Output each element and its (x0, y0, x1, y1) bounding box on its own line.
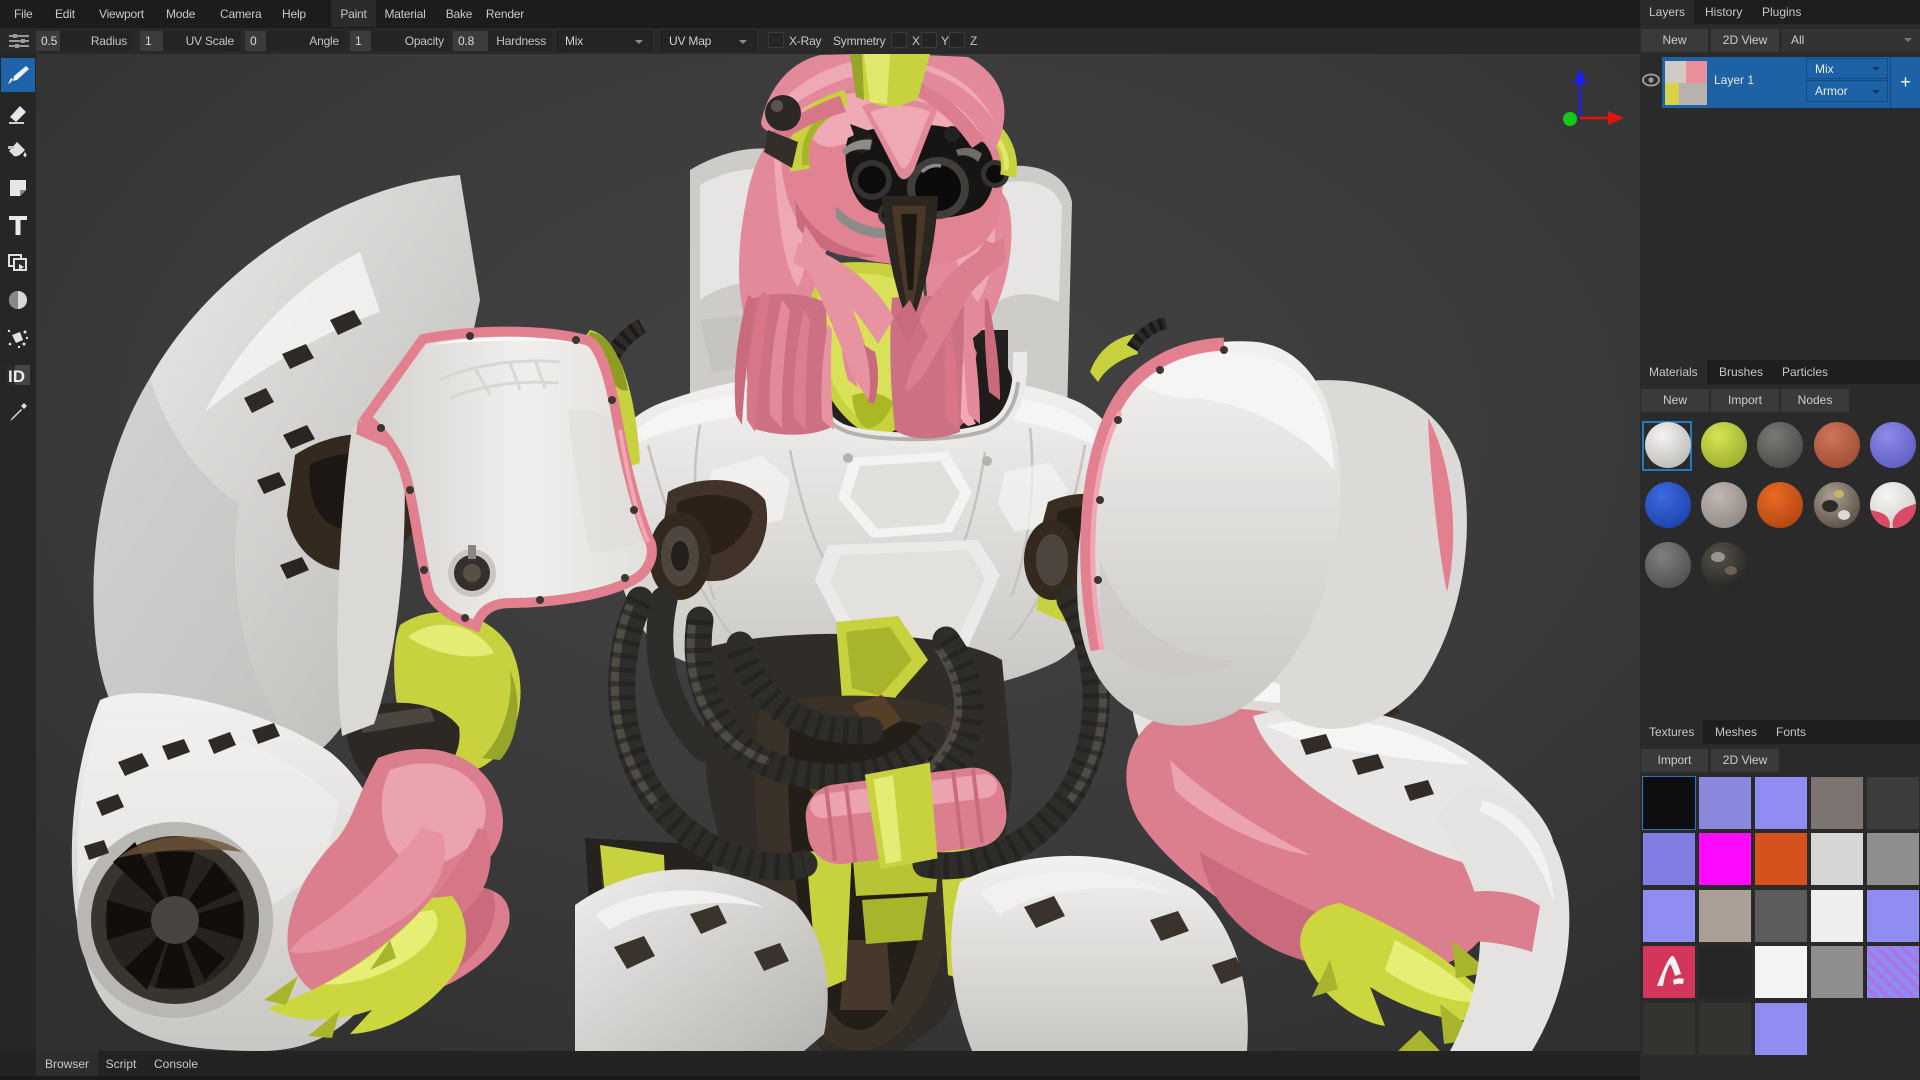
svg-text:ID: ID (8, 367, 25, 386)
